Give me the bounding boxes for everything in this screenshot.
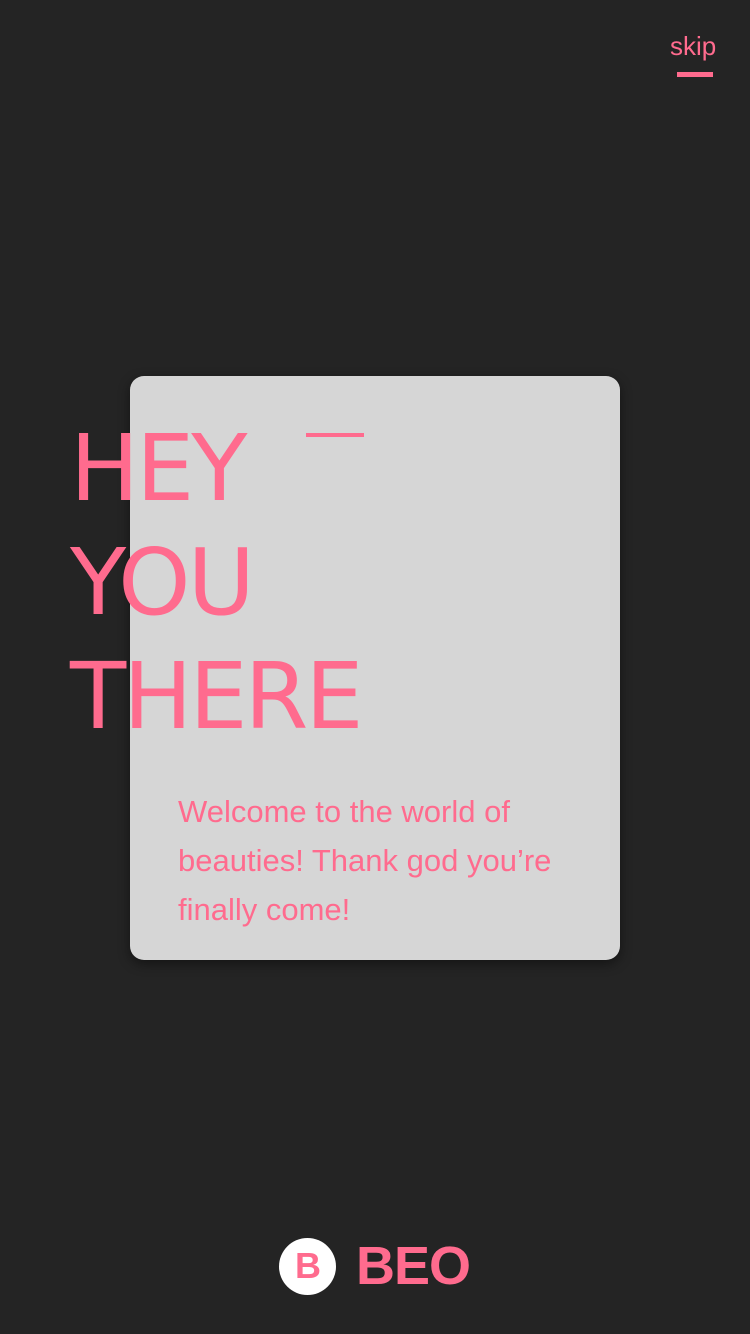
headline: HEY YOU THERE [70, 412, 430, 754]
headline-line-3: THERE [70, 643, 364, 750]
skip-button[interactable]: skip [658, 30, 730, 86]
headline-line-1: HEY [70, 415, 248, 522]
welcome-message: Welcome to the world of beauties! Thank … [178, 794, 552, 927]
headline-line-2: YOU [70, 529, 255, 636]
beo-logo-icon: B [279, 1237, 336, 1295]
onboarding-screen: skip HEY YOU THERE Welcome to the world … [0, 0, 750, 1334]
logo-letter: B [295, 1246, 321, 1286]
skip-label: skip [670, 31, 717, 61]
skip-underline [677, 72, 713, 77]
brand: B BEO [279, 1236, 471, 1296]
logo-b-glyph: B [295, 1246, 321, 1286]
brand-name: BEO [356, 1236, 471, 1296]
